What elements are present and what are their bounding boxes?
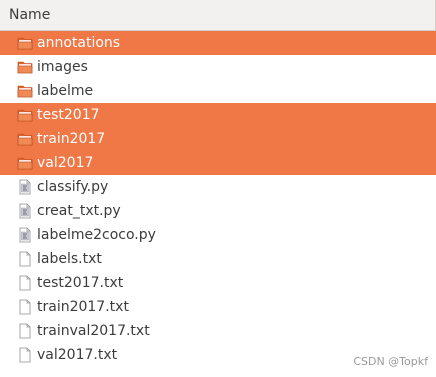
file-name-label: trainval2017.txt <box>37 323 150 339</box>
file-name-label: creat_txt.py <box>37 203 121 219</box>
folder-icon <box>17 155 33 171</box>
watermark: CSDN @Topkf <box>353 355 428 368</box>
file-row[interactable]: images <box>0 55 436 79</box>
text-file-icon <box>17 251 33 267</box>
file-row[interactable]: test2017 <box>0 103 436 127</box>
python-file-icon <box>17 179 33 195</box>
python-file-icon <box>17 227 33 243</box>
file-row[interactable]: train2017.txt <box>0 295 436 319</box>
file-name-label: classify.py <box>37 179 109 195</box>
file-name-label: test2017.txt <box>37 275 124 291</box>
file-row[interactable]: annotations <box>0 31 436 55</box>
file-name-label: val2017 <box>37 155 94 171</box>
file-row[interactable]: creat_txt.py <box>0 199 436 223</box>
file-list: annotations images labelme test2017 train201… <box>0 31 436 367</box>
file-list-pane: Name annotations images labelme test2017 tra… <box>0 0 436 377</box>
file-row[interactable]: trainval2017.txt <box>0 319 436 343</box>
folder-icon <box>17 35 33 51</box>
file-name-label: train2017 <box>37 131 106 147</box>
file-name-label: train2017.txt <box>37 299 129 315</box>
text-file-icon <box>17 323 33 339</box>
file-name-label: labels.txt <box>37 251 102 267</box>
text-file-icon <box>17 299 33 315</box>
folder-icon <box>17 59 33 75</box>
file-row[interactable]: test2017.txt <box>0 271 436 295</box>
folder-icon <box>17 83 33 99</box>
folder-icon <box>17 107 33 123</box>
file-row[interactable]: labelme <box>0 79 436 103</box>
name-column-label: Name <box>9 7 51 23</box>
file-name-label: val2017.txt <box>37 347 118 363</box>
file-row[interactable]: train2017 <box>0 127 436 151</box>
file-row[interactable]: labels.txt <box>0 247 436 271</box>
file-name-label: test2017 <box>37 107 100 123</box>
file-row[interactable]: labelme2coco.py <box>0 223 436 247</box>
folder-icon <box>17 131 33 147</box>
file-name-label: annotations <box>37 35 121 51</box>
name-column-header[interactable]: Name <box>0 0 436 31</box>
python-file-icon <box>17 203 33 219</box>
text-file-icon <box>17 347 33 363</box>
file-row[interactable]: val2017 <box>0 151 436 175</box>
file-row[interactable]: classify.py <box>0 175 436 199</box>
file-name-label: labelme <box>37 83 94 99</box>
file-name-label: labelme2coco.py <box>37 227 156 243</box>
file-name-label: images <box>37 59 88 75</box>
text-file-icon <box>17 275 33 291</box>
